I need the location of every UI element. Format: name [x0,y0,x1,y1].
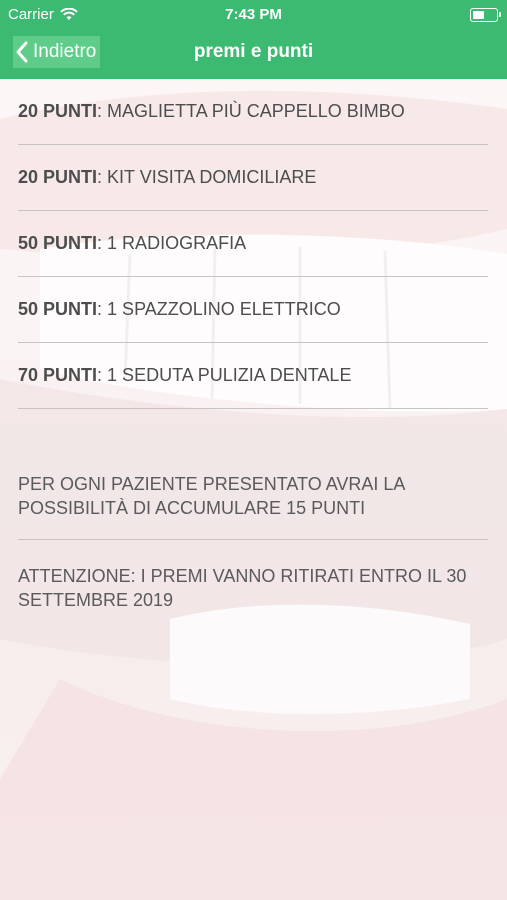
divider [18,539,488,540]
reward-item: KIT VISITA DOMICILIARE [107,167,317,187]
list-item: 20 PUNTI: MAGLIETTA PIÙ CAPPELLO BIMBO [18,79,488,145]
reward-points: 50 PUNTI [18,299,98,319]
list-item: 50 PUNTI: 1 RADIOGRAFIA [18,211,488,277]
reward-item: 1 SEDUTA PULIZIA DENTALE [107,365,352,385]
list-item: 70 PUNTI: 1 SEDUTA PULIZIA DENTALE [18,343,488,409]
top-bar: Carrier 7:43 PM Indietro premi e punti [0,0,507,79]
reward-item: MAGLIETTA PIÙ CAPPELLO BIMBO [107,101,405,121]
deadline-notice: ATTENZIONE: I PREMI VANNO RITIRATI ENTRO… [18,566,467,610]
list-item: 50 PUNTI: 1 SPAZZOLINO ELETTRICO [18,277,488,343]
navigation-bar: Indietro premi e punti [0,30,507,79]
page-title: premi e punti [193,41,314,62]
reward-points: 20 PUNTI [18,167,98,187]
reward-points: 70 PUNTI [18,365,98,385]
reward-item: 1 RADIOGRAFIA [107,233,247,253]
rewards-list: 20 PUNTI: MAGLIETTA PIÙ CAPPELLO BIMBO 2… [0,79,507,409]
referral-info: PER OGNI PAZIENTE PRESENTATO AVRAI LA PO… [18,474,405,518]
battery-icon [470,8,501,22]
list-item: 20 PUNTI: KIT VISITA DOMICILIARE [18,145,488,211]
status-time: 7:43 PM [225,6,282,23]
reward-points: 20 PUNTI [18,101,98,121]
reward-points: 50 PUNTI [18,233,98,253]
status-bar: Carrier 7:43 PM [0,0,507,30]
reward-item: 1 SPAZZOLINO ELETTRICO [107,299,341,319]
